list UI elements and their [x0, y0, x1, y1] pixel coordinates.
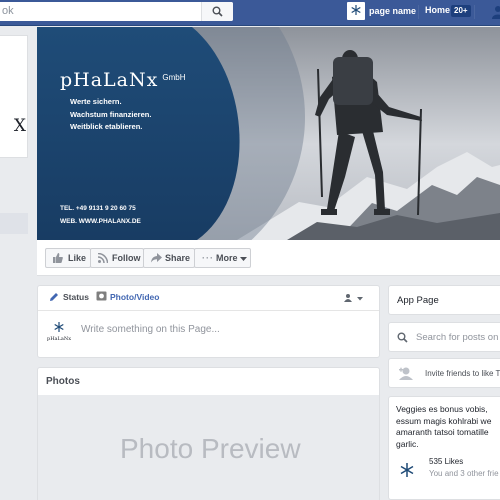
home-count-badge: 20+: [451, 5, 471, 17]
photo-video-tab[interactable]: Photo/Video: [110, 292, 159, 302]
follow-label: Follow: [112, 253, 141, 263]
invite-friends-card[interactable]: Invite friends to like T: [388, 358, 500, 388]
audience-selector-icon[interactable]: [344, 294, 364, 302]
brand-suffix: GmbH: [162, 73, 186, 82]
slogan-line: Wachstum finanzieren.: [70, 109, 152, 119]
cover-slogan: Werte sichern. Wachstum finanzieren. Wei…: [70, 96, 151, 134]
chevron-down-icon: [240, 257, 247, 261]
photos-heading: Photos: [46, 376, 80, 387]
about-line: Veggies es bonus vobis,: [396, 404, 488, 414]
snowflake-logo-icon: [400, 463, 414, 477]
brand-logo: pHaLaNx GmbH: [60, 69, 185, 91]
slogan-line: Werte sichern.: [70, 97, 122, 106]
post-composer: Status Photo/Video pHaLaNx Write somethi…: [37, 285, 380, 358]
post-input[interactable]: Write something on this Page...: [81, 324, 220, 335]
share-arrow-icon: [151, 253, 162, 263]
cover-contact: TEL. +49 9131 9 20 60 75 WEB. WWW.PHALAN…: [60, 202, 141, 228]
friend-requests-icon[interactable]: [492, 5, 500, 19]
page-avatar: pHaLaNx: [45, 320, 73, 348]
share-button[interactable]: Share: [143, 248, 195, 268]
search-icon: [397, 332, 408, 343]
nav-divider: [418, 5, 419, 19]
likes-count[interactable]: 535 Likes: [429, 457, 463, 466]
profile-picture[interactable]: X: [0, 35, 28, 158]
left-nav-item[interactable]: [0, 213, 28, 234]
page-action-bar: Like Follow Share ··· More: [37, 240, 500, 276]
thumbs-up-icon: [53, 253, 63, 263]
cover-photo[interactable]: pHaLaNx GmbH Werte sichern. Wachstum fina…: [37, 27, 500, 240]
photo-icon: [96, 291, 107, 301]
composer-divider: [38, 310, 379, 311]
page-name-link[interactable]: page name: [369, 6, 416, 16]
page-avatar[interactable]: [347, 2, 365, 20]
search-icon: [212, 6, 223, 17]
nav-divider: [474, 5, 475, 19]
top-navigation-bar: ok page name Home 20+: [0, 0, 500, 26]
home-link[interactable]: Home: [425, 5, 450, 15]
more-button[interactable]: ··· More: [194, 248, 251, 268]
search-input[interactable]: ok: [2, 5, 14, 17]
likes-friends[interactable]: You and 3 other frie: [429, 469, 499, 478]
avatar-brand-text: pHaLaNx: [47, 336, 72, 342]
contact-phone: TEL. +49 9131 9 20 60 75: [60, 205, 136, 212]
about-card: Veggies es bonus vobis, essum magis kohl…: [388, 396, 500, 500]
brand-name: pHaLaNx: [60, 69, 159, 91]
pencil-icon: [50, 293, 58, 301]
like-button[interactable]: Like: [45, 248, 91, 268]
about-line: garlic.: [396, 438, 419, 449]
add-friend-icon: [399, 367, 413, 380]
search-button[interactable]: [201, 2, 233, 21]
follow-button[interactable]: Follow: [90, 248, 144, 268]
status-tab[interactable]: Status: [63, 292, 89, 302]
rss-icon: [98, 253, 108, 263]
share-label: Share: [165, 253, 191, 263]
invite-friends-label: Invite friends to like T: [425, 369, 500, 378]
profile-logo-text: X: [13, 116, 26, 136]
search-posts-box[interactable]: Search for posts on: [388, 322, 500, 352]
more-dots-icon: ···: [202, 253, 214, 263]
photos-section: Photos Photo Preview: [37, 367, 380, 500]
snowflake-logo-icon: [351, 5, 361, 15]
slogan-line: Weitblick etablieren.: [70, 122, 143, 131]
contact-web: WEB. WWW.PHALANX.DE: [60, 218, 141, 225]
search-posts-input[interactable]: Search for posts on: [416, 332, 498, 343]
snowflake-logo-icon: [54, 322, 64, 332]
about-line: amaranth tatsoi tomatille: [396, 427, 489, 437]
photo-preview[interactable]: Photo Preview: [38, 395, 379, 500]
more-label: More: [216, 253, 238, 263]
app-page-label: App Page: [397, 295, 439, 306]
like-label: Like: [68, 253, 87, 263]
about-line: essum magis kohlrabi we: [396, 415, 492, 426]
photo-preview-text: Photo Preview: [120, 433, 301, 464]
about-text: Veggies es bonus vobis, essum magis kohl…: [396, 404, 500, 450]
search-box[interactable]: ok: [0, 2, 233, 21]
app-page-card[interactable]: App Page: [388, 285, 500, 315]
